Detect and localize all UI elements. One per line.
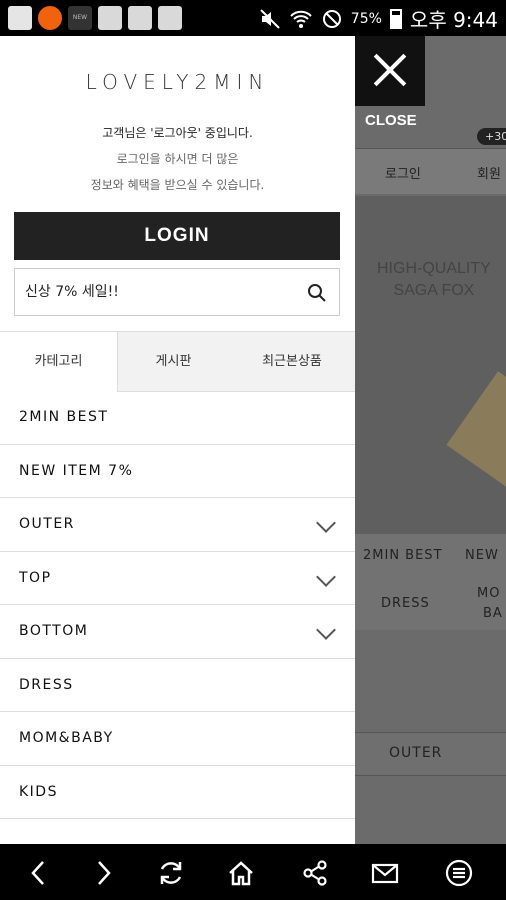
- home-icon: [229, 861, 253, 886]
- menu-item-label: TOP: [19, 569, 52, 586]
- hero-text-line1: HIGH-QUALITY: [377, 260, 491, 277]
- brand-logo: LOVELY2MIN: [85, 70, 270, 94]
- mail-icon: [371, 863, 399, 884]
- app-notification-icon: NEW: [68, 6, 92, 30]
- close-label[interactable]: CLOSE: [365, 112, 417, 129]
- share-icon: [303, 860, 327, 886]
- menu-item-label: NEW ITEM 7%: [19, 462, 134, 479]
- status-bar: NEW 75% 오후 9:44: [0, 0, 506, 36]
- menu-item-new-item[interactable]: NEW ITEM 7%: [0, 445, 355, 498]
- side-drawer: LOVELY2MIN 고객님은 '로그아웃' 중입니다. 로그인을 하시면 더 …: [0, 36, 355, 844]
- close-button[interactable]: [355, 36, 425, 106]
- arrow-right-icon: [98, 861, 111, 885]
- background-login-link: 로그인: [385, 167, 421, 182]
- bg-outer-label: OUTER: [389, 745, 443, 761]
- menu-item-label: OUTER: [19, 516, 75, 532]
- bg-cat-new: NEW: [465, 548, 499, 563]
- menu-button[interactable]: [444, 858, 474, 888]
- greeting-hint-line2: 정보와 혜택을 받으실 수 있습니다.: [90, 178, 265, 192]
- app-notification-icon: [98, 6, 122, 30]
- background-hero-banner: HIGH-QUALITY SAGA FOX: [355, 196, 506, 536]
- bg-cat-baby: BA: [483, 606, 503, 621]
- clock: 오후 9:44: [409, 8, 498, 32]
- hero-text-line2: SAGA FOX: [393, 282, 475, 299]
- chevron-down-icon[interactable]: [316, 620, 336, 640]
- background-join-link: 회원: [477, 167, 501, 182]
- bottom-navigation-bar: [0, 844, 506, 900]
- arrow-left-icon: [31, 861, 44, 885]
- background-page: CLOSE +30 로그인 회원 HIGH-QUALITY SAGA FOX 2…: [355, 36, 506, 844]
- menu-icon: [445, 859, 473, 887]
- tab-recent-items[interactable]: 최근본상품: [229, 332, 355, 392]
- background-nav: 로그인 회원: [355, 148, 506, 194]
- menu-item-dress[interactable]: DRESS: [0, 659, 355, 712]
- chevron-down-icon[interactable]: [316, 566, 336, 587]
- battery-percent: 75%: [350, 10, 382, 27]
- mute-icon: [260, 8, 280, 29]
- search-input[interactable]: [25, 283, 295, 299]
- menu-item-top[interactable]: TOP: [0, 552, 355, 605]
- bg-cat-2min-best: 2MIN BEST: [363, 548, 443, 563]
- bg-cat-mom: MO: [477, 586, 501, 601]
- greeting-status: 고객님은 '로그아웃' 중입니다.: [102, 126, 253, 140]
- menu-item-mom-baby[interactable]: MOM&BABY: [0, 712, 355, 766]
- menu-item-label: KIDS: [19, 783, 58, 800]
- home-button[interactable]: [226, 858, 256, 888]
- forward-button[interactable]: [88, 858, 118, 888]
- notification-icons: NEW: [8, 6, 182, 30]
- drawer-tabs: 카테고리 게시판 최근본상품: [0, 331, 355, 392]
- back-button[interactable]: [24, 858, 54, 888]
- app-notification-icon: [38, 6, 62, 30]
- no-sim-icon: [322, 9, 341, 28]
- app-notification-icon: [158, 6, 182, 30]
- background-outer-tab: OUTER: [355, 732, 506, 776]
- app-notification-icon: [128, 6, 152, 30]
- menu-item-bottom[interactable]: BOTTOM: [0, 605, 355, 659]
- menu-item-outer[interactable]: OUTER: [0, 498, 355, 552]
- greeting-hint-line1: 로그인을 하시면 더 많은: [116, 152, 239, 166]
- tab-category[interactable]: 카테고리: [0, 332, 117, 392]
- bg-cat-dress: DRESS: [381, 596, 430, 611]
- menu-item-label: 2MIN BEST: [19, 409, 109, 425]
- close-icon: [372, 52, 408, 88]
- menu-item-kids[interactable]: KIDS: [0, 766, 355, 819]
- menu-item-2min-best[interactable]: 2MIN BEST: [0, 391, 355, 445]
- chat-notification-icon: [8, 6, 32, 30]
- tab-board[interactable]: 게시판: [117, 332, 229, 392]
- message-button[interactable]: [370, 858, 400, 888]
- refresh-icon: [160, 862, 182, 884]
- category-menu: 2MIN BEST NEW ITEM 7% OUTER TOP BOTTOM D…: [0, 391, 355, 819]
- chevron-down-icon[interactable]: [316, 513, 336, 533]
- menu-item-label: DRESS: [19, 676, 74, 693]
- menu-item-label: MOM&BABY: [19, 730, 114, 746]
- menu-item-label: BOTTOM: [19, 623, 89, 639]
- share-button[interactable]: [300, 858, 330, 888]
- search-icon[interactable]: [307, 283, 327, 303]
- hero-product-image: [446, 371, 506, 491]
- login-button[interactable]: LOGIN: [14, 212, 340, 260]
- search-box: [14, 268, 340, 316]
- count-badge: +30: [477, 128, 506, 145]
- background-category-grid: 2MIN BEST NEW DRESS MO BA: [355, 534, 506, 630]
- battery-icon: [389, 8, 402, 29]
- refresh-button[interactable]: [156, 858, 186, 888]
- wifi-icon: [290, 10, 312, 28]
